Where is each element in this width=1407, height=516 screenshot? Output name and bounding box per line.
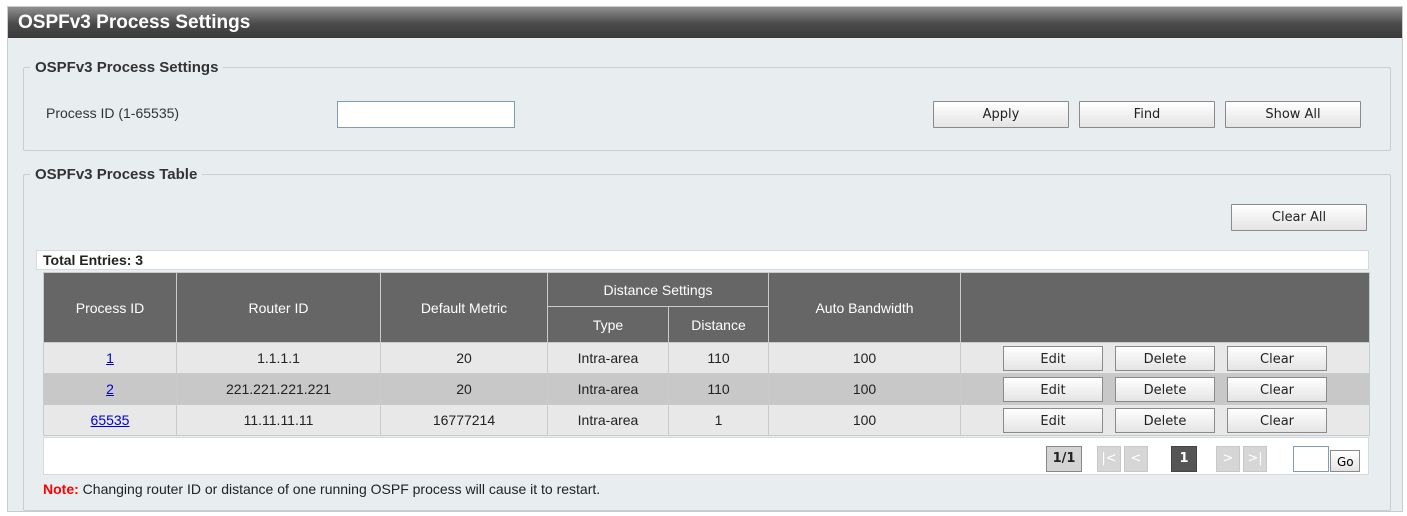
distance-cell: 110 bbox=[667, 373, 770, 405]
next-page-button[interactable]: > bbox=[1216, 446, 1240, 472]
col-actions bbox=[960, 272, 1371, 343]
col-auto-bandwidth: Auto Bandwidth bbox=[768, 272, 962, 343]
col-type: Type bbox=[547, 306, 669, 343]
find-button[interactable]: Find bbox=[1079, 101, 1215, 128]
process-id-label: Process ID (1-65535) bbox=[46, 105, 180, 121]
default-metric-cell: 20 bbox=[380, 342, 548, 374]
distance-cell: 110 bbox=[667, 342, 770, 374]
col-distance-settings: Distance Settings bbox=[546, 272, 770, 307]
col-process-id: Process ID bbox=[43, 272, 177, 343]
col-default-metric: Default Metric bbox=[380, 272, 548, 343]
router-id-cell: 1.1.1.1 bbox=[176, 342, 381, 374]
auto-bandwidth-cell: 100 bbox=[768, 404, 962, 436]
default-metric-cell: 16777214 bbox=[380, 404, 548, 436]
note-text: Note: Changing router ID or distance of … bbox=[43, 481, 600, 497]
default-metric-cell: 20 bbox=[380, 373, 548, 405]
process-id-link[interactable]: 65535 bbox=[91, 412, 130, 428]
edit-button[interactable]: Edit bbox=[1003, 376, 1104, 402]
last-page-button[interactable]: >| bbox=[1243, 446, 1267, 472]
delete-button[interactable]: Delete bbox=[1115, 376, 1216, 402]
actions-cell: Edit Delete Clear bbox=[960, 373, 1371, 405]
current-page-button[interactable]: 1 bbox=[1171, 446, 1197, 472]
table-row: 65535 11.11.11.11 16777214 Intra-area 1 … bbox=[43, 404, 1371, 436]
edit-button[interactable]: Edit bbox=[1003, 345, 1104, 371]
total-entries: Total Entries: 3 bbox=[36, 250, 1369, 270]
table-row: 1 1.1.1.1 20 Intra-area 110 100 Edit Dele… bbox=[43, 342, 1371, 374]
delete-button[interactable]: Delete bbox=[1115, 345, 1216, 371]
show-all-button[interactable]: Show All bbox=[1225, 101, 1361, 128]
pagination-bar: 1/1 |< < 1 > >| Go bbox=[43, 437, 1369, 475]
actions-cell: Edit Delete Clear bbox=[960, 342, 1371, 374]
note-message: Changing router ID or distance of one ru… bbox=[78, 481, 601, 497]
go-page-input[interactable] bbox=[1293, 446, 1329, 472]
process-settings-legend: OSPFv3 Process Settings bbox=[35, 59, 219, 76]
router-id-cell: 11.11.11.11 bbox=[176, 404, 381, 436]
first-page-button[interactable]: |< bbox=[1097, 446, 1121, 472]
clear-button[interactable]: Clear bbox=[1227, 345, 1328, 371]
note-keyword: Note: bbox=[43, 481, 79, 497]
clear-button[interactable]: Clear bbox=[1227, 376, 1328, 402]
delete-button[interactable]: Delete bbox=[1115, 407, 1216, 433]
type-cell: Intra-area bbox=[547, 373, 669, 405]
process-id-link[interactable]: 2 bbox=[106, 381, 114, 397]
clear-button[interactable]: Clear bbox=[1227, 407, 1328, 433]
table-row: 2 221.221.221.221 20 Intra-area 110 100 … bbox=[43, 373, 1371, 405]
edit-button[interactable]: Edit bbox=[1003, 407, 1104, 433]
auto-bandwidth-cell: 100 bbox=[768, 342, 962, 374]
type-cell: Intra-area bbox=[547, 404, 669, 436]
type-cell: Intra-area bbox=[547, 342, 669, 374]
process-id-input[interactable] bbox=[337, 101, 515, 128]
col-router-id: Router ID bbox=[176, 272, 381, 343]
page-title: OSPFv3 Process Settings bbox=[8, 7, 1402, 38]
process-id-link[interactable]: 1 bbox=[106, 350, 114, 366]
actions-cell: Edit Delete Clear bbox=[960, 404, 1371, 436]
go-button[interactable]: Go bbox=[1330, 450, 1360, 472]
prev-page-button[interactable]: < bbox=[1124, 446, 1148, 472]
auto-bandwidth-cell: 100 bbox=[768, 373, 962, 405]
process-table: Process ID Router ID Default Metric Dist… bbox=[43, 272, 1371, 436]
clear-all-button[interactable]: Clear All bbox=[1231, 204, 1367, 231]
page-info: 1/1 bbox=[1046, 446, 1082, 472]
distance-cell: 1 bbox=[667, 404, 770, 436]
apply-button[interactable]: Apply bbox=[933, 101, 1069, 128]
col-distance: Distance bbox=[667, 306, 770, 343]
router-id-cell: 221.221.221.221 bbox=[176, 373, 381, 405]
process-table-legend: OSPFv3 Process Table bbox=[35, 166, 198, 183]
